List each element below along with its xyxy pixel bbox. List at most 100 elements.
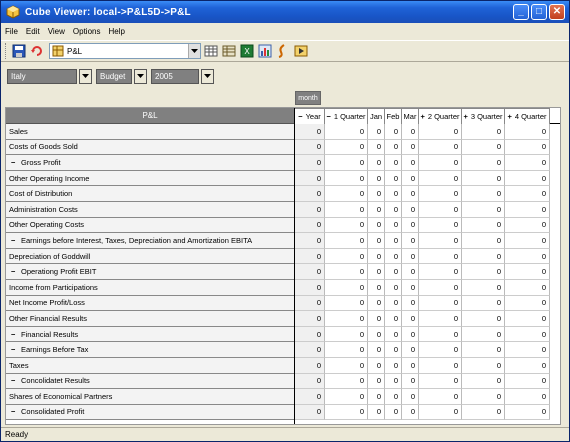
- data-cell[interactable]: 0: [325, 248, 368, 265]
- data-cell[interactable]: 0: [295, 264, 325, 280]
- data-cell[interactable]: 0: [505, 124, 550, 140]
- data-cell[interactable]: 0: [505, 326, 550, 343]
- column-header[interactable]: − Year: [295, 108, 325, 124]
- data-cell[interactable]: 0: [402, 342, 419, 358]
- row-header[interactable]: Administration Costs: [6, 201, 294, 218]
- collapse-icon[interactable]: −: [11, 267, 21, 276]
- data-cell[interactable]: 0: [462, 233, 505, 249]
- column-header[interactable]: Mar: [402, 108, 419, 124]
- data-cell[interactable]: 0: [385, 373, 402, 390]
- data-cell[interactable]: 0: [325, 311, 368, 327]
- data-cell[interactable]: 0: [368, 170, 385, 187]
- collapse-icon[interactable]: −: [11, 158, 21, 167]
- data-cell[interactable]: 0: [295, 326, 325, 343]
- data-cell[interactable]: 0: [402, 155, 419, 171]
- data-cell[interactable]: 0: [419, 170, 462, 187]
- data-cell[interactable]: 0: [368, 404, 385, 421]
- data-cell[interactable]: 0: [402, 233, 419, 249]
- data-cell[interactable]: 0: [402, 311, 419, 327]
- row-header[interactable]: Other Operating Income: [6, 170, 294, 187]
- data-cell[interactable]: 0: [325, 155, 368, 171]
- data-cell[interactable]: 0: [462, 311, 505, 327]
- data-cell[interactable]: 0: [325, 217, 368, 234]
- data-cell[interactable]: 0: [295, 124, 325, 140]
- data-cell[interactable]: 0: [402, 404, 419, 421]
- data-cell[interactable]: 0: [462, 295, 505, 312]
- data-cell[interactable]: 0: [295, 357, 325, 374]
- data-cell[interactable]: 0: [368, 373, 385, 390]
- export-icon[interactable]: [293, 43, 309, 59]
- data-cell[interactable]: 0: [462, 201, 505, 218]
- data-cell[interactable]: 0: [402, 201, 419, 218]
- data-cell[interactable]: 0: [462, 373, 505, 390]
- data-cell[interactable]: 0: [368, 264, 385, 280]
- data-cell[interactable]: 0: [419, 201, 462, 218]
- data-cell[interactable]: 0: [419, 124, 462, 140]
- column-header[interactable]: Jan: [368, 108, 385, 124]
- data-cell[interactable]: 0: [368, 342, 385, 358]
- row-header[interactable]: Sales: [6, 124, 294, 140]
- row-header[interactable]: Income from Participations: [6, 279, 294, 296]
- data-cell[interactable]: 0: [368, 326, 385, 343]
- data-cell[interactable]: 0: [462, 404, 505, 421]
- data-cell[interactable]: 0: [462, 170, 505, 187]
- row-header[interactable]: − Financial Results: [6, 326, 294, 343]
- data-cell[interactable]: 0: [385, 217, 402, 234]
- data-cell[interactable]: 0: [325, 326, 368, 343]
- data-cell[interactable]: 0: [385, 357, 402, 374]
- data-cell[interactable]: 0: [402, 139, 419, 156]
- row-header[interactable]: Shares of Economical Partners: [6, 389, 294, 405]
- data-cell[interactable]: 0: [325, 373, 368, 390]
- chart-icon[interactable]: [257, 43, 273, 59]
- data-cell[interactable]: 0: [295, 217, 325, 234]
- column-dimension-tab[interactable]: month: [295, 91, 321, 105]
- data-cell[interactable]: 0: [325, 233, 368, 249]
- data-cell[interactable]: 0: [462, 389, 505, 405]
- data-cell[interactable]: 0: [368, 389, 385, 405]
- data-cell[interactable]: 0: [385, 248, 402, 265]
- data-cell[interactable]: 0: [505, 357, 550, 374]
- data-cell[interactable]: 0: [385, 404, 402, 421]
- data-cell[interactable]: 0: [325, 264, 368, 280]
- data-cell[interactable]: 0: [325, 342, 368, 358]
- data-cell[interactable]: 0: [402, 264, 419, 280]
- data-cell[interactable]: 0: [505, 373, 550, 390]
- data-cell[interactable]: 0: [419, 139, 462, 156]
- data-cell[interactable]: 0: [295, 279, 325, 296]
- data-cell[interactable]: 0: [505, 139, 550, 156]
- data-cell[interactable]: 0: [368, 295, 385, 312]
- data-cell[interactable]: 0: [419, 279, 462, 296]
- row-header[interactable]: Net Income Profit/Loss: [6, 295, 294, 312]
- data-cell[interactable]: 0: [402, 357, 419, 374]
- collapse-icon[interactable]: −: [11, 330, 21, 339]
- data-cell[interactable]: 0: [402, 217, 419, 234]
- data-cell[interactable]: 0: [368, 217, 385, 234]
- menu-edit[interactable]: Edit: [26, 27, 40, 36]
- data-cell[interactable]: 0: [505, 233, 550, 249]
- data-cell[interactable]: 0: [419, 248, 462, 265]
- menu-options[interactable]: Options: [73, 27, 101, 36]
- data-cell[interactable]: 0: [462, 186, 505, 202]
- data-cell[interactable]: 0: [419, 186, 462, 202]
- expand-icon[interactable]: +: [463, 112, 467, 121]
- data-cell[interactable]: 0: [385, 389, 402, 405]
- data-cell[interactable]: 0: [419, 357, 462, 374]
- data-cell[interactable]: 0: [368, 311, 385, 327]
- data-cell[interactable]: 0: [295, 295, 325, 312]
- data-cell[interactable]: 0: [462, 357, 505, 374]
- data-cell[interactable]: 0: [402, 389, 419, 405]
- data-cell[interactable]: 0: [462, 139, 505, 156]
- collapse-icon[interactable]: −: [11, 407, 21, 416]
- data-cell[interactable]: 0: [325, 139, 368, 156]
- data-cell[interactable]: 0: [462, 124, 505, 140]
- table-icon[interactable]: [203, 43, 219, 59]
- row-header[interactable]: − Operationg Profit EBIT: [6, 264, 294, 280]
- chevron-down-icon[interactable]: [188, 44, 200, 58]
- data-cell[interactable]: 0: [385, 170, 402, 187]
- data-cell[interactable]: 0: [505, 295, 550, 312]
- data-cell[interactable]: 0: [295, 389, 325, 405]
- data-cell[interactable]: 0: [419, 233, 462, 249]
- expand-icon[interactable]: +: [507, 112, 511, 121]
- data-cell[interactable]: 0: [368, 357, 385, 374]
- data-cell[interactable]: 0: [462, 248, 505, 265]
